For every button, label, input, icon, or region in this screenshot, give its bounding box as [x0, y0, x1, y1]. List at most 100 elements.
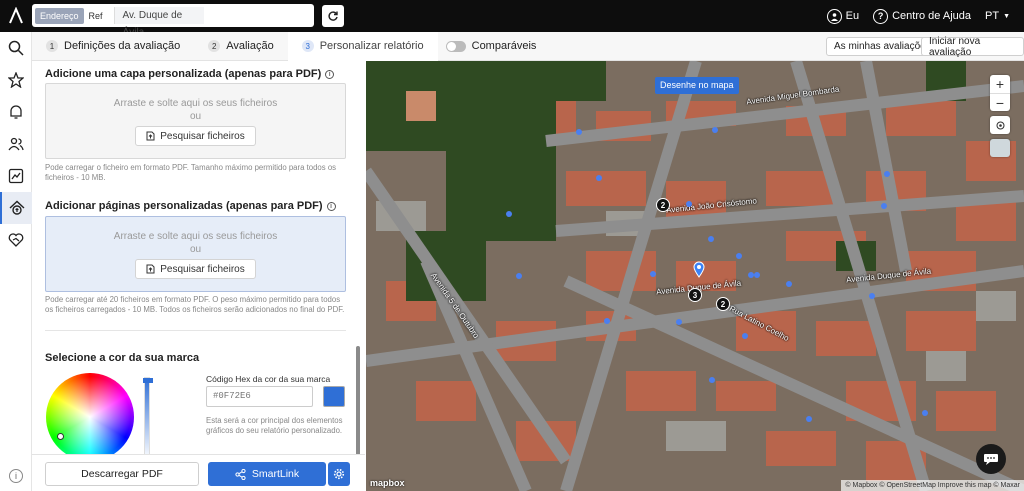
map-style-toggle[interactable] [990, 139, 1010, 157]
tab-number: 3 [301, 40, 314, 52]
comparable-point[interactable] [506, 211, 512, 217]
satellite-map[interactable]: Desenhe no mapa + − Avenida Miguel Bomba… [366, 61, 1024, 491]
section-divider [45, 330, 346, 331]
chevron-down-icon: ▼ [1003, 12, 1010, 20]
zoom-out-button[interactable]: − [990, 93, 1010, 111]
smartlink-label: SmartLink [251, 468, 300, 480]
comparables-toggle[interactable] [445, 40, 466, 52]
locate-control [990, 116, 1010, 134]
comparable-point[interactable] [708, 236, 714, 242]
upload-file-icon [146, 264, 155, 274]
map-attribution[interactable]: © Mapbox © OpenStreetMap Improve this ma… [841, 480, 1024, 491]
nav-analytics[interactable] [0, 160, 32, 192]
comparable-point[interactable] [709, 377, 715, 383]
comparable-point[interactable] [604, 318, 610, 324]
dropzone-or: ou [189, 244, 202, 255]
comparable-point[interactable] [712, 127, 718, 133]
app-logo-icon[interactable] [0, 0, 32, 32]
zoom-in-button[interactable]: + [990, 75, 1010, 93]
cluster-marker[interactable]: 2 [716, 297, 730, 311]
users-icon [8, 137, 24, 151]
nav-users[interactable] [0, 128, 32, 160]
new-evaluation-button[interactable]: Iniciar nova avaliação [921, 36, 1024, 58]
locate-button[interactable] [990, 116, 1010, 134]
dropzone-text: Arraste e solte aqui os seus ficheiros [113, 98, 278, 109]
draw-on-map-button[interactable]: Desenhe no mapa [655, 77, 739, 94]
location-pin-icon[interactable] [693, 261, 705, 278]
tab-label: Definições da avaliação [64, 40, 181, 52]
tab-evaluation[interactable]: 2 Avaliação [194, 32, 288, 61]
comparable-point[interactable] [650, 271, 656, 277]
info-icon[interactable]: i [325, 69, 335, 79]
nav-favorites[interactable] [0, 64, 32, 96]
chat-icon [984, 454, 998, 465]
tab-label: Avaliação [226, 40, 274, 52]
download-pdf-button[interactable]: Descarregar PDF [45, 462, 199, 486]
star-icon [8, 72, 24, 88]
panel-scrollbar[interactable] [356, 346, 360, 456]
gear-icon [333, 468, 345, 480]
color-swatch[interactable] [323, 386, 345, 407]
hex-code-label: Código Hex da cor da sua marca [206, 374, 331, 384]
nav-partners[interactable] [0, 224, 32, 256]
comparables-label: Comparáveis [471, 40, 537, 52]
comparable-point[interactable] [869, 293, 875, 299]
comparable-point[interactable] [754, 272, 760, 278]
info-icon[interactable]: i [326, 201, 336, 211]
tab-evaluation-settings[interactable]: 1 Definições da avaliação [32, 32, 194, 61]
customize-report-panel: Adicione uma capa personalizada (apenas … [32, 61, 365, 491]
comparable-point[interactable] [736, 253, 742, 259]
crosshair-icon [996, 121, 1004, 129]
color-wheel[interactable] [46, 373, 134, 461]
nav-alerts[interactable] [0, 96, 32, 128]
smartlink-button[interactable]: SmartLink [208, 462, 326, 486]
comparable-point[interactable] [516, 273, 522, 279]
browse-files-label: Pesquisar ficheiros [160, 130, 245, 142]
nav-search[interactable] [0, 32, 32, 64]
refresh-button[interactable] [322, 5, 344, 27]
comparable-point[interactable] [922, 410, 928, 416]
search-mode-address[interactable]: Endereço [35, 7, 84, 24]
comparable-point[interactable] [881, 203, 887, 209]
color-wheel-handle[interactable] [57, 433, 64, 440]
help-label: Centro de Ajuda [892, 10, 971, 22]
left-nav-rail: i [0, 32, 32, 491]
comparable-point[interactable] [786, 281, 792, 287]
search-mode-ref[interactable]: Ref [84, 8, 108, 24]
help-center-link[interactable]: ? Centro de Ajuda [873, 8, 971, 24]
language-value: PT [985, 10, 1000, 22]
evaluation-tabs: 1 Definições da avaliação 2 Avaliação 3 … [32, 31, 1024, 61]
heart-handshake-icon [8, 233, 24, 247]
chat-button[interactable] [976, 444, 1006, 474]
smartlink-settings-button[interactable] [328, 462, 350, 486]
comparable-point[interactable] [576, 129, 582, 135]
pages-dropzone[interactable]: Arraste e solte aqui os seus ficheiros o… [45, 216, 346, 292]
hex-code-input[interactable]: #0F72E6 [206, 386, 313, 407]
brightness-slider[interactable] [143, 377, 153, 461]
address-input[interactable]: Av. Duque de Ávila ... [113, 7, 204, 38]
cluster-marker[interactable]: 3 [688, 288, 702, 302]
pages-browse-files-button[interactable]: Pesquisar ficheiros [135, 259, 256, 279]
info-icon[interactable]: i [9, 469, 23, 483]
comparable-point[interactable] [742, 333, 748, 339]
comparable-point[interactable] [596, 175, 602, 181]
tab-customize-report[interactable]: 3 Personalizar relatório [287, 31, 438, 61]
nav-evaluations[interactable] [0, 192, 32, 224]
language-select[interactable]: PT ▼ [985, 10, 1010, 22]
comparable-point[interactable] [884, 171, 890, 177]
upload-file-icon [146, 131, 155, 141]
cover-dropzone[interactable]: Arraste e solte aqui os seus ficheiros o… [45, 83, 346, 159]
cover-browse-files-button[interactable]: Pesquisar ficheiros [135, 126, 256, 146]
tab-label: Personalizar relatório [319, 40, 424, 52]
tab-number: 1 [46, 40, 58, 52]
user-menu[interactable]: Eu [826, 8, 860, 24]
comparable-point[interactable] [686, 201, 692, 207]
comparable-point[interactable] [806, 416, 812, 422]
bell-icon [10, 105, 22, 119]
user-label: Eu [845, 10, 860, 22]
comparable-point[interactable] [676, 319, 682, 325]
cluster-marker[interactable]: 2 [656, 198, 670, 212]
dropzone-or: ou [189, 111, 202, 122]
help-icon: ? [873, 8, 889, 24]
slider-handle[interactable] [143, 378, 153, 383]
